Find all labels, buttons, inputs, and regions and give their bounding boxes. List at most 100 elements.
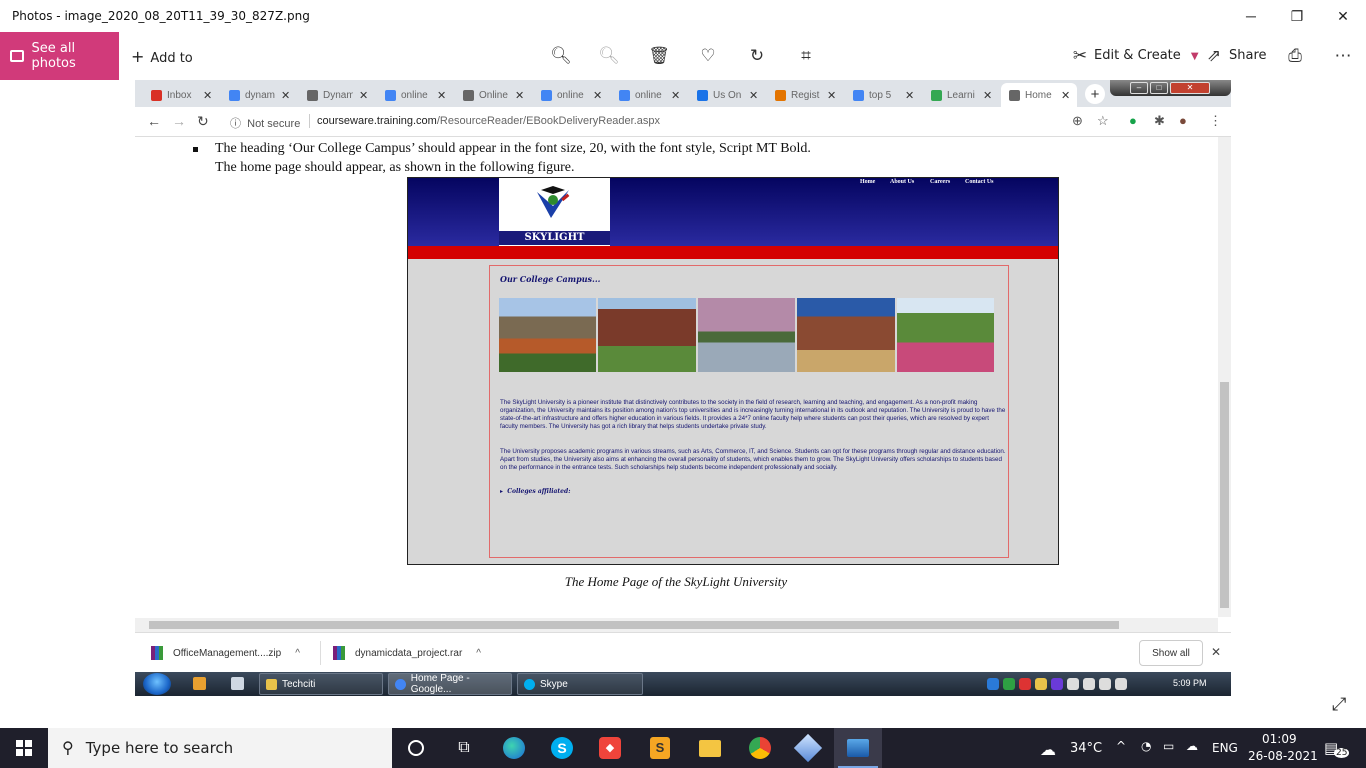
tab-close-icon[interactable]: ✕ xyxy=(905,89,914,102)
tab-close-icon[interactable]: ✕ xyxy=(437,89,446,102)
tray-icon[interactable] xyxy=(1035,678,1047,690)
tab-close-icon[interactable]: ✕ xyxy=(515,89,524,102)
chevron-up-icon[interactable]: ^ xyxy=(476,648,481,659)
browser-tab[interactable]: online ✕ xyxy=(611,83,687,107)
browser-tab[interactable]: Inbox ✕ xyxy=(143,83,219,107)
scroll-thumb[interactable] xyxy=(1220,382,1229,608)
weather-temp[interactable]: 34°C xyxy=(1070,741,1102,756)
minimize-icon[interactable]: – xyxy=(1130,82,1148,94)
onedrive-icon[interactable]: ☁ xyxy=(1186,739,1198,753)
app-cube-icon[interactable] xyxy=(784,728,832,768)
download-item[interactable]: OfficeManagement....zip ^ xyxy=(151,646,300,660)
vertical-scrollbar[interactable] xyxy=(1218,137,1231,617)
grammarly-icon[interactable]: ● xyxy=(1129,113,1137,128)
chevron-up-icon[interactable]: ^ xyxy=(1116,739,1126,753)
browser-tab[interactable]: Regist ✕ xyxy=(767,83,843,107)
tab-close-icon[interactable]: ✕ xyxy=(203,89,212,102)
close-button[interactable]: ✕ xyxy=(1320,0,1366,32)
extensions-icon[interactable]: ✱ xyxy=(1154,113,1165,129)
tab-close-icon[interactable]: ✕ xyxy=(359,89,368,102)
task-view-icon[interactable]: ⧉ xyxy=(440,728,488,768)
share-button[interactable]: Share xyxy=(1229,48,1267,63)
zoom-out-icon[interactable]: 🔍︎ xyxy=(597,44,621,68)
tray-icon[interactable] xyxy=(987,678,999,690)
scroll-thumb[interactable] xyxy=(149,621,1119,629)
tab-close-icon[interactable]: ✕ xyxy=(983,89,992,102)
tray-icon[interactable] xyxy=(1067,678,1079,690)
media-player-icon[interactable] xyxy=(193,677,206,690)
tab-close-icon[interactable]: ✕ xyxy=(749,89,758,102)
zoom-icon[interactable]: ⊕ xyxy=(1072,113,1083,129)
download-item[interactable]: dynamicdata_project.rar ^ xyxy=(333,646,481,660)
browser-tab[interactable]: online ✕ xyxy=(533,83,609,107)
bookmark-star-icon[interactable]: ☆ xyxy=(1097,113,1109,129)
crop-icon[interactable]: ⌗ xyxy=(794,44,818,68)
cortana-icon[interactable] xyxy=(392,728,440,768)
network-icon[interactable] xyxy=(1115,678,1127,690)
print-icon[interactable]: ⎙ xyxy=(1283,44,1307,68)
skype-taskbar-icon[interactable]: S xyxy=(538,728,586,768)
signal-icon[interactable] xyxy=(1099,678,1111,690)
browser-tab[interactable]: Learni ✕ xyxy=(923,83,999,107)
delete-icon[interactable]: 🗑 xyxy=(647,44,671,68)
browser-tab[interactable]: Home ✕ xyxy=(1001,83,1077,107)
language-indicator[interactable]: ENG xyxy=(1212,741,1238,755)
horizontal-scrollbar[interactable] xyxy=(135,618,1218,632)
tab-close-icon[interactable]: ✕ xyxy=(1061,89,1070,102)
rotate-icon[interactable]: ↻ xyxy=(745,44,769,68)
forward-icon[interactable]: → xyxy=(172,113,186,129)
reload-icon[interactable]: ↻ xyxy=(197,113,209,130)
task-techciti[interactable]: Techciti xyxy=(259,673,383,695)
anydesk-icon[interactable]: ◆ xyxy=(586,728,634,768)
tray-icon[interactable] xyxy=(1051,678,1063,690)
chevron-up-icon[interactable]: ^ xyxy=(295,648,300,659)
start-orb-icon[interactable] xyxy=(143,673,171,695)
task-chrome[interactable]: Home Page - Google... xyxy=(388,673,512,695)
weather-icon[interactable]: ☁ xyxy=(1040,740,1056,759)
sublime-icon[interactable]: S xyxy=(636,728,684,768)
task-skype[interactable]: Skype xyxy=(517,673,643,695)
edge-icon[interactable] xyxy=(490,728,538,768)
tab-close-icon[interactable]: ✕ xyxy=(593,89,602,102)
tray-icon[interactable] xyxy=(1003,678,1015,690)
new-tab-icon[interactable]: + xyxy=(1085,84,1105,104)
more-options-icon[interactable]: ⋯ xyxy=(1331,44,1355,68)
wifi-icon[interactable]: ◔ xyxy=(1141,739,1151,753)
taskbar-search[interactable]: ⚲ Type here to search xyxy=(48,728,392,768)
url-field[interactable]: courseware.training.com/ResourceReader/E… xyxy=(317,115,660,127)
start-button[interactable] xyxy=(0,728,48,768)
browser-tab[interactable]: top 5 ✕ xyxy=(845,83,921,107)
minimize-button[interactable]: ─ xyxy=(1228,0,1274,32)
add-to-button[interactable]: + Add to xyxy=(131,47,193,66)
restore-icon[interactable]: □ xyxy=(1150,82,1168,94)
photos-taskbar-icon[interactable] xyxy=(834,728,882,768)
tab-close-icon[interactable]: ✕ xyxy=(827,89,836,102)
menu-icon[interactable]: ⋮ xyxy=(1209,113,1222,129)
edit-create-button[interactable]: Edit & Create ▼ xyxy=(1094,48,1199,63)
browser-tab[interactable]: online ✕ xyxy=(377,83,453,107)
chrome-taskbar-icon[interactable] xyxy=(736,728,784,768)
expand-icon[interactable]: ⤢ xyxy=(1332,694,1346,715)
see-all-photos-button[interactable]: See all photos xyxy=(0,32,119,80)
browser-tab[interactable]: dynam ✕ xyxy=(221,83,297,107)
browser-tab[interactable]: Us On ✕ xyxy=(689,83,765,107)
browser-tab[interactable]: Online ✕ xyxy=(455,83,531,107)
explorer-icon[interactable] xyxy=(231,677,244,690)
close-icon[interactable]: ✕ xyxy=(1170,82,1210,94)
maximize-button[interactable]: ❐ xyxy=(1274,0,1320,32)
profile-avatar-icon[interactable]: ● xyxy=(1179,113,1187,128)
show-all-button[interactable]: Show all xyxy=(1139,640,1203,666)
file-explorer-icon[interactable] xyxy=(686,728,734,768)
zoom-in-icon[interactable]: 🔍︎ xyxy=(549,44,573,68)
tab-close-icon[interactable]: ✕ xyxy=(281,89,290,102)
favorite-heart-icon[interactable]: ♡ xyxy=(696,44,720,68)
close-icon[interactable]: ✕ xyxy=(1211,645,1221,659)
battery-icon[interactable]: ▭ xyxy=(1163,739,1174,753)
security-indicator[interactable]: ⓘ Not secure xyxy=(230,115,300,131)
browser-tab[interactable]: Dynam ✕ xyxy=(299,83,375,107)
back-icon[interactable]: ← xyxy=(147,113,161,129)
tab-close-icon[interactable]: ✕ xyxy=(671,89,680,102)
tray-icon[interactable] xyxy=(1019,678,1031,690)
clock-time[interactable]: 01:09 xyxy=(1262,732,1297,746)
volume-icon[interactable] xyxy=(1083,678,1095,690)
